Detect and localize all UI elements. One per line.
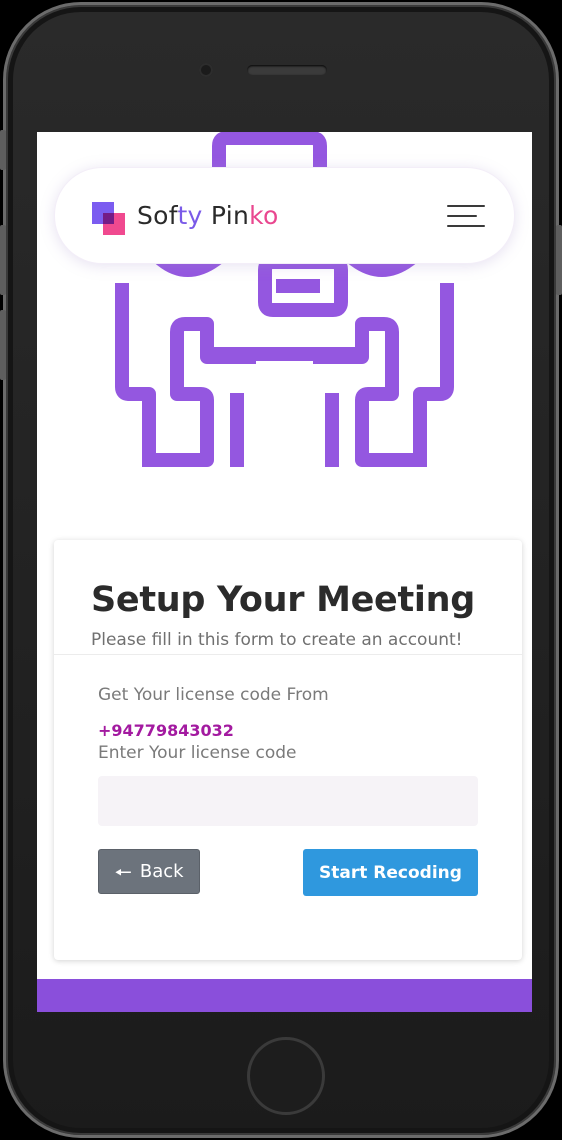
setup-meeting-card: Setup Your Meeting Please fill in this f… [54,540,522,960]
brand-text-2: ty [177,201,203,230]
silent-switch [0,130,6,170]
brand-text-4: ko [249,201,279,230]
back-button-label: Back [139,861,184,882]
start-button-label: Start Recoding [319,862,462,883]
divider [54,654,522,655]
left-chair-back [115,283,156,467]
license-code-input[interactable] [98,776,478,826]
right-chair-back [413,283,454,467]
earpiece-speaker [247,65,327,75]
footer-bar [37,979,532,1012]
page-title: Setup Your Meeting [91,580,475,620]
brand-text-1: Sof [137,201,178,230]
license-phone-link[interactable]: +94779843032 [98,721,234,740]
brand-logo-icon[interactable] [92,202,126,236]
app-screen: Softy Pinko Setup Your Meeting Please fi… [37,132,532,1012]
license-source-label: Get Your license code From [98,685,329,705]
start-recording-button[interactable]: Start Recoding [303,849,478,896]
volume-up-button [0,225,6,295]
front-camera [199,63,213,77]
board-shape [212,132,327,171]
page-subtitle: Please fill in this form to create an ac… [91,630,463,650]
brand-name[interactable]: Softy Pinko [137,201,279,230]
license-input-label: Enter Your license code [98,743,297,763]
hamburger-menu-icon[interactable] [447,201,485,231]
home-button[interactable] [247,1037,325,1115]
back-button[interactable]: 🠔 Back [98,849,200,894]
top-navbar: Softy Pinko [54,167,515,264]
arrow-left-icon: 🠔 [114,859,132,884]
phone-frame: Softy Pinko Setup Your Meeting Please fi… [3,2,559,1138]
volume-down-button [0,310,6,380]
brand-text-3: Pin [202,201,250,230]
power-button [556,225,562,295]
